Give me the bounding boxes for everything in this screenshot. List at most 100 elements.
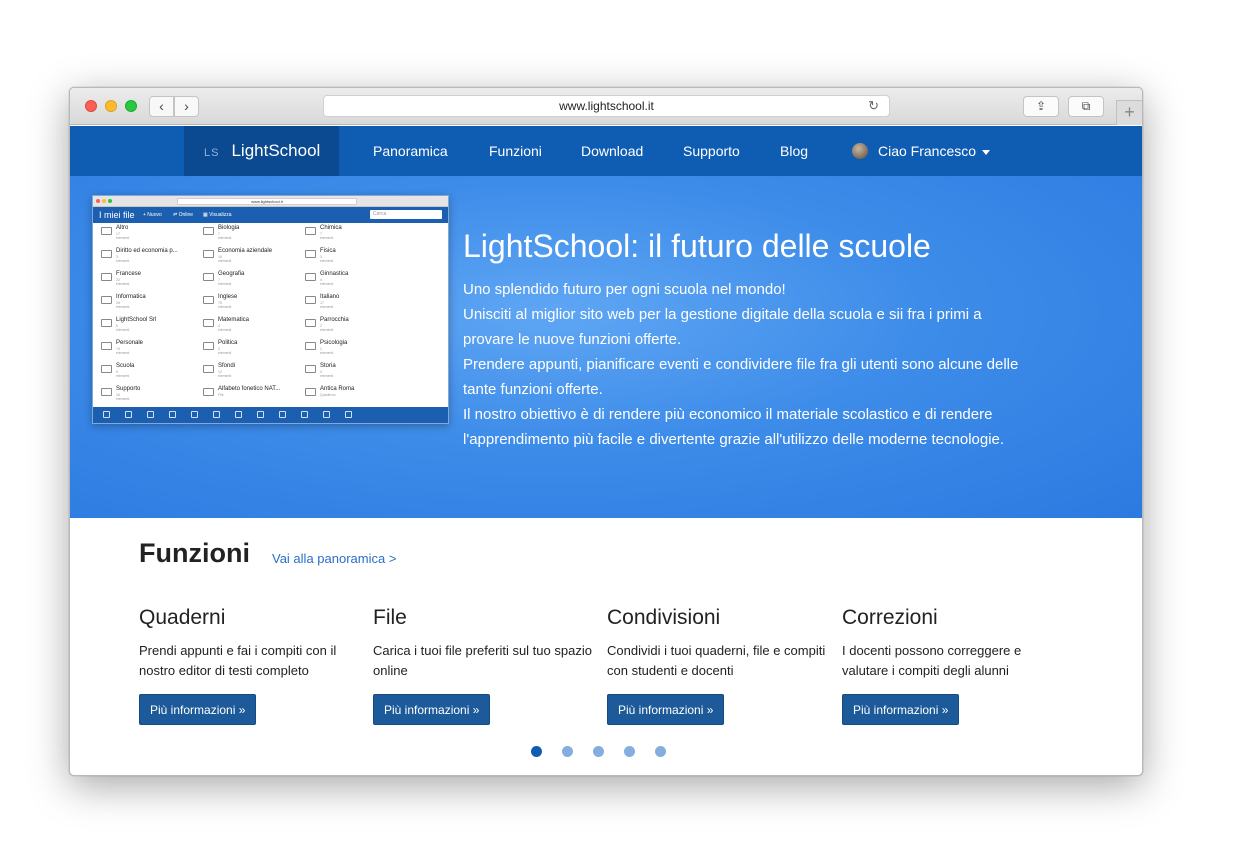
hero-line: l'apprendimento più facile e divertente … xyxy=(463,431,1005,448)
app-preview-screenshot: www.lightschool.it I miei file + Nuovo ⇌… xyxy=(92,195,449,424)
browser-toolbar: ‹ › www.lightschool.it ↻ ⇪ ⧉ + xyxy=(70,88,1142,125)
preview-file-label: Diritto ed economia p... xyxy=(116,248,178,254)
folder-icon xyxy=(305,296,316,304)
url-text: www.lightschool.it xyxy=(559,99,654,113)
preview-search: Cerca xyxy=(370,210,442,219)
tabs-icon: ⧉ xyxy=(1081,99,1091,113)
nav-link-blog[interactable]: Blog xyxy=(780,126,808,176)
nav-link-panoramica[interactable]: Panoramica xyxy=(373,126,448,176)
forward-button[interactable]: › xyxy=(174,96,199,117)
brand-logo[interactable]: LS LightSchool xyxy=(184,126,339,176)
preview-file-label: LightSchool Srl xyxy=(116,317,157,323)
carousel-dot[interactable] xyxy=(624,746,635,757)
preview-file-label: Inglese xyxy=(218,294,238,300)
preview-file-count: 22 elementi xyxy=(116,278,130,286)
features-title: Funzioni xyxy=(139,538,250,568)
folder-icon xyxy=(305,250,316,258)
more-info-button[interactable]: Più informazioni » xyxy=(373,694,491,725)
preview-file-count: 9 elementi xyxy=(116,370,130,378)
hero-line: Unisciti al miglior sito web per la gest… xyxy=(463,306,982,323)
carousel-dot[interactable] xyxy=(655,746,666,757)
preview-action-view: ▦ Visualizza xyxy=(203,212,232,218)
preview-toolbar-icon xyxy=(345,411,352,418)
preview-file-label: Scuola xyxy=(116,363,135,369)
preview-title: I miei file xyxy=(99,210,135,220)
preview-file-count: Quaderno xyxy=(320,393,336,397)
hero-line: provare le nuove funzioni offerte. xyxy=(463,331,682,348)
preview-file-label: Supporto xyxy=(116,386,141,392)
hero-line: Prendere appunti, pianificare eventi e c… xyxy=(463,356,1019,373)
brand-mark: LS xyxy=(204,147,220,159)
feature-card-condivisioni: Condivisioni Condividi i tuoi quaderni, … xyxy=(607,606,827,725)
folder-icon xyxy=(305,227,316,235)
preview-toolbar-icon xyxy=(169,411,176,418)
more-info-button[interactable]: Più informazioni » xyxy=(607,694,725,725)
new-tab-button[interactable]: + xyxy=(1116,100,1142,125)
feature-card-file: File Carica i tuoi file preferiti sul tu… xyxy=(373,606,593,725)
preview-file-label: Geografia xyxy=(218,271,245,277)
back-button[interactable]: ‹ xyxy=(149,96,174,117)
preview-file-label: Matematica xyxy=(218,317,250,323)
hero-banner: www.lightschool.it I miei file + Nuovo ⇌… xyxy=(70,176,1142,518)
feature-card-correzioni: Correzioni I docenti possono correggere … xyxy=(842,606,1062,725)
preview-file-label: Storia xyxy=(320,363,336,369)
preview-toolbar-icon xyxy=(191,411,198,418)
nav-link-download[interactable]: Download xyxy=(581,126,643,176)
preview-file-count: 17 elementi xyxy=(320,301,334,309)
nav-link-funzioni[interactable]: Funzioni xyxy=(489,126,542,176)
folder-icon xyxy=(101,388,112,396)
share-button[interactable]: ⇪ xyxy=(1023,96,1059,117)
more-info-button[interactable]: Più informazioni » xyxy=(842,694,960,725)
preview-file-count: 12 elementi xyxy=(218,370,232,378)
preview-zoom-dot xyxy=(108,199,112,203)
hero-line: Uno splendido futuro per ogni scuola nel… xyxy=(463,281,786,298)
feature-text: Carica i tuoi file preferiti sul tuo spa… xyxy=(373,643,592,678)
user-menu[interactable]: Ciao Francesco xyxy=(852,126,991,176)
preview-action-online: ⇌ Online xyxy=(173,212,194,218)
carousel-dot[interactable] xyxy=(593,746,604,757)
preview-file-count: 7 elementi xyxy=(218,232,232,240)
feature-card-quaderni: Quaderni Prendi appunti e fai i compiti … xyxy=(139,606,359,725)
address-bar[interactable]: www.lightschool.it ↻ xyxy=(323,95,890,117)
folder-icon xyxy=(203,388,214,396)
chevron-right-icon: › xyxy=(184,98,189,114)
close-window-button[interactable] xyxy=(85,100,97,112)
folder-icon xyxy=(101,273,112,281)
preview-file-label: Sfondi xyxy=(218,363,236,369)
hero-line: tante funzioni offerte. xyxy=(463,381,603,398)
preview-file-count: 3 elementi xyxy=(320,255,334,263)
folder-icon xyxy=(305,388,316,396)
preview-file-label: Ginnastica xyxy=(320,271,349,277)
preview-file-label: Informatica xyxy=(116,294,146,300)
minimize-window-button[interactable] xyxy=(105,100,117,112)
zoom-window-button[interactable] xyxy=(125,100,137,112)
preview-toolbar-icon xyxy=(125,411,132,418)
feature-text: I docenti possono correggere e valutare … xyxy=(842,643,1022,678)
folder-icon xyxy=(203,365,214,373)
preview-file-count: 7 elementi xyxy=(320,232,334,240)
browser-window: ‹ › www.lightschool.it ↻ ⇪ ⧉ + LS LightSc… xyxy=(69,87,1143,776)
overview-link[interactable]: Vai alla panoramica > xyxy=(272,551,396,566)
show-tabs-button[interactable]: ⧉ xyxy=(1068,96,1104,117)
preview-toolbar-icon xyxy=(235,411,242,418)
preview-file-label: Altro xyxy=(116,225,129,231)
more-info-button[interactable]: Più informazioni » xyxy=(139,694,257,725)
avatar xyxy=(852,142,868,159)
site-navbar: LS LightSchool Panoramica Funzioni Downlo… xyxy=(70,126,1142,176)
preview-minimize-dot xyxy=(102,199,106,203)
reload-icon[interactable]: ↻ xyxy=(868,96,879,116)
share-icon: ⇪ xyxy=(1035,99,1047,113)
preview-toolbar-icon xyxy=(103,411,110,418)
preview-file-label: Psicologia xyxy=(320,340,348,346)
user-greeting: Ciao Francesco xyxy=(878,143,977,159)
carousel-dot[interactable] xyxy=(531,746,542,757)
preview-file-count: 4 elementi xyxy=(320,278,334,286)
preview-file-label: Parrocchia xyxy=(320,317,349,323)
preview-toolbar-icon xyxy=(257,411,264,418)
folder-icon xyxy=(305,319,316,327)
nav-link-supporto[interactable]: Supporto xyxy=(683,126,740,176)
folder-icon xyxy=(203,227,214,235)
hero-line: Il nostro obiettivo è di rendere più eco… xyxy=(463,406,993,423)
carousel-dot[interactable] xyxy=(562,746,573,757)
folder-icon xyxy=(203,250,214,258)
